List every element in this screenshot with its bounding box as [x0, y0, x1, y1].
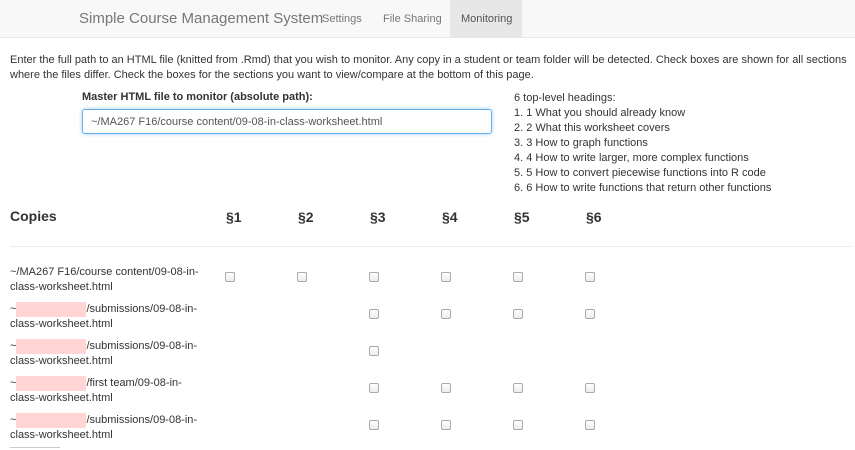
copy-path-line: ~/first team/09-08-in-	[10, 376, 210, 391]
tab-file-sharing[interactable]: File Sharing	[372, 0, 453, 38]
navbar: Simple Course Management System Settings…	[0, 0, 855, 38]
copy-path: ~/submissions/09-08-in-class-worksheet.h…	[10, 339, 210, 369]
copy-path: ~/MA267 F16/course content/09-08-in-clas…	[10, 265, 210, 295]
copy-path-line: class-worksheet.html	[10, 429, 113, 441]
section-5-checkbox[interactable]	[513, 383, 523, 393]
section-header-5: §5	[514, 209, 530, 225]
tab-settings[interactable]: Settings	[311, 0, 373, 38]
copy-path-suffix: /submissions/09-08-in-	[86, 414, 198, 426]
section-3-checkbox[interactable]	[369, 346, 379, 356]
copy-path-prefix: ~/MA267 F16/course content/09-08-in-	[10, 266, 199, 278]
section-6-checkbox[interactable]	[585, 383, 595, 393]
redacted-name	[16, 413, 87, 428]
copy-path-suffix: /submissions/09-08-in-	[86, 303, 198, 315]
headings-list: 6 top-level headings: 1. 1 What you shou…	[514, 91, 844, 196]
heading-item: 5. 5 How to convert piecewise functions …	[514, 167, 766, 179]
copy-path: ~/first team/09-08-in-class-worksheet.ht…	[10, 376, 210, 406]
intro-text: Enter the full path to an HTML file (kni…	[10, 54, 847, 81]
redacted-name	[16, 339, 87, 354]
redacted-name	[16, 302, 87, 317]
headings-title: 6 top-level headings:	[514, 92, 616, 104]
master-path-input[interactable]	[82, 109, 492, 134]
section-4-checkbox[interactable]	[441, 420, 451, 430]
copy-path-suffix: /first team/09-08-in-	[86, 377, 182, 389]
section-5-checkbox[interactable]	[513, 272, 523, 282]
section-3-checkbox[interactable]	[369, 272, 379, 282]
header-divider	[10, 246, 853, 247]
heading-item: 3. 3 How to graph functions	[514, 137, 648, 149]
section-header-4: §4	[442, 209, 458, 225]
copy-path-line: ~/MA267 F16/course content/09-08-in-	[10, 265, 210, 280]
section-5-checkbox[interactable]	[513, 420, 523, 430]
copy-path-line: class-worksheet.html	[10, 392, 113, 404]
copy-path: ~/submissions/09-08-in-class-worksheet.h…	[10, 302, 210, 332]
section-6-checkbox[interactable]	[585, 272, 595, 282]
section-4-checkbox[interactable]	[441, 272, 451, 282]
heading-item: 4. 4 How to write larger, more complex f…	[514, 152, 749, 164]
section-3-checkbox[interactable]	[369, 309, 379, 319]
section-6-checkbox[interactable]	[585, 309, 595, 319]
section-4-checkbox[interactable]	[441, 383, 451, 393]
heading-item: 2. 2 What this worksheet covers	[514, 122, 670, 134]
heading-item: 6. 6 How to write functions that return …	[514, 182, 772, 194]
master-path-label: Master HTML file to monitor (absolute pa…	[82, 91, 313, 103]
app-brand[interactable]: Simple Course Management System	[79, 10, 323, 27]
section-header-6: §6	[586, 209, 602, 225]
section-3-checkbox[interactable]	[369, 420, 379, 430]
heading-item: 1. 1 What you should already know	[514, 107, 686, 119]
tab-monitoring[interactable]: Monitoring	[450, 0, 522, 38]
section-5-checkbox[interactable]	[513, 309, 523, 319]
section-3-checkbox[interactable]	[369, 383, 379, 393]
copy-path-suffix: /submissions/09-08-in-	[86, 340, 198, 352]
copy-path: ~/submissions/09-08-in-class-worksheet.h…	[10, 413, 210, 443]
copies-title: Copies	[10, 208, 57, 224]
section-4-checkbox[interactable]	[441, 309, 451, 319]
section-2-checkbox[interactable]	[297, 272, 307, 282]
section-1-checkbox[interactable]	[225, 272, 235, 282]
copy-path-line: ~/submissions/09-08-in-	[10, 302, 210, 317]
redacted-name	[16, 376, 87, 391]
copy-path-line: ~/submissions/09-08-in-	[10, 339, 210, 354]
copy-path-line: ~/submissions/09-08-in-	[10, 413, 210, 428]
copy-path-line: class-worksheet.html	[10, 355, 113, 367]
section-header-1: §1	[226, 209, 242, 225]
divider	[10, 447, 60, 448]
copy-path-line: class-worksheet.html	[10, 318, 113, 330]
copy-path-line: class-worksheet.html	[10, 281, 113, 293]
section-6-checkbox[interactable]	[585, 420, 595, 430]
section-header-2: §2	[298, 209, 314, 225]
section-header-3: §3	[370, 209, 386, 225]
